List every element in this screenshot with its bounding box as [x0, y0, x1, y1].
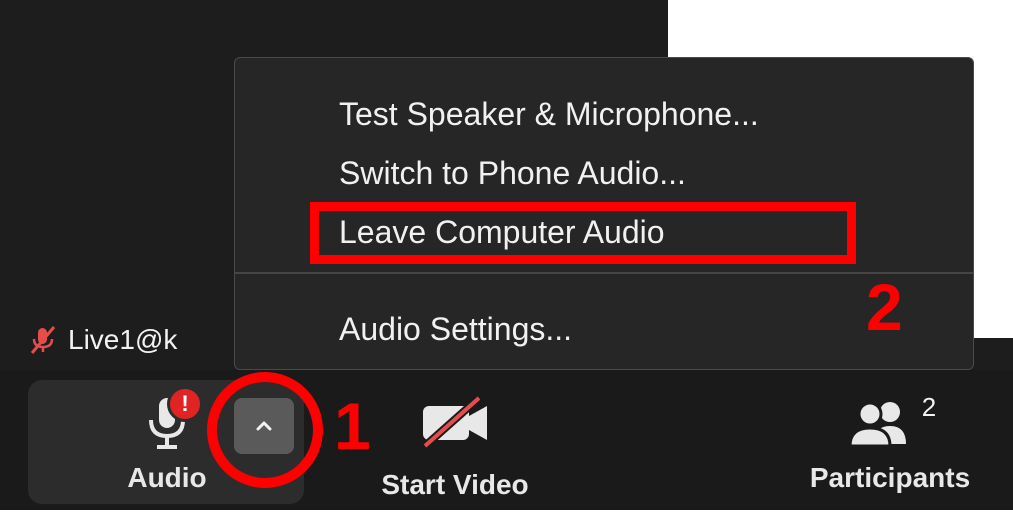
start-video-button[interactable]: Start Video	[345, 392, 565, 501]
audio-alert-badge: !	[167, 386, 203, 422]
audio-button-label: Audio	[127, 462, 207, 493]
highlight-leave-computer-audio	[310, 202, 856, 264]
step-number-2: 2	[866, 270, 903, 344]
participant-name-label: Live1@k	[28, 318, 177, 362]
menu-item-audio-settings[interactable]: Audio Settings...	[339, 311, 572, 348]
participants-count: 2	[921, 392, 937, 422]
participant-name: Live1@k	[68, 324, 178, 355]
muted-mic-icon	[30, 326, 56, 354]
participants-label: Participants	[809, 462, 971, 493]
participants-icon	[848, 401, 906, 448]
video-off-icon	[422, 395, 487, 449]
participants-button[interactable]: 2 Participants	[780, 392, 1000, 494]
bottom-edge	[0, 510, 1013, 518]
menu-item-test-speaker-microphone[interactable]: Test Speaker & Microphone...	[339, 96, 759, 133]
highlight-audio-options-button	[207, 372, 323, 488]
menu-divider	[235, 272, 973, 274]
menu-item-switch-to-phone-audio[interactable]: Switch to Phone Audio...	[339, 155, 686, 192]
step-number-1: 1	[334, 389, 371, 463]
start-video-label: Start Video	[381, 469, 529, 500]
